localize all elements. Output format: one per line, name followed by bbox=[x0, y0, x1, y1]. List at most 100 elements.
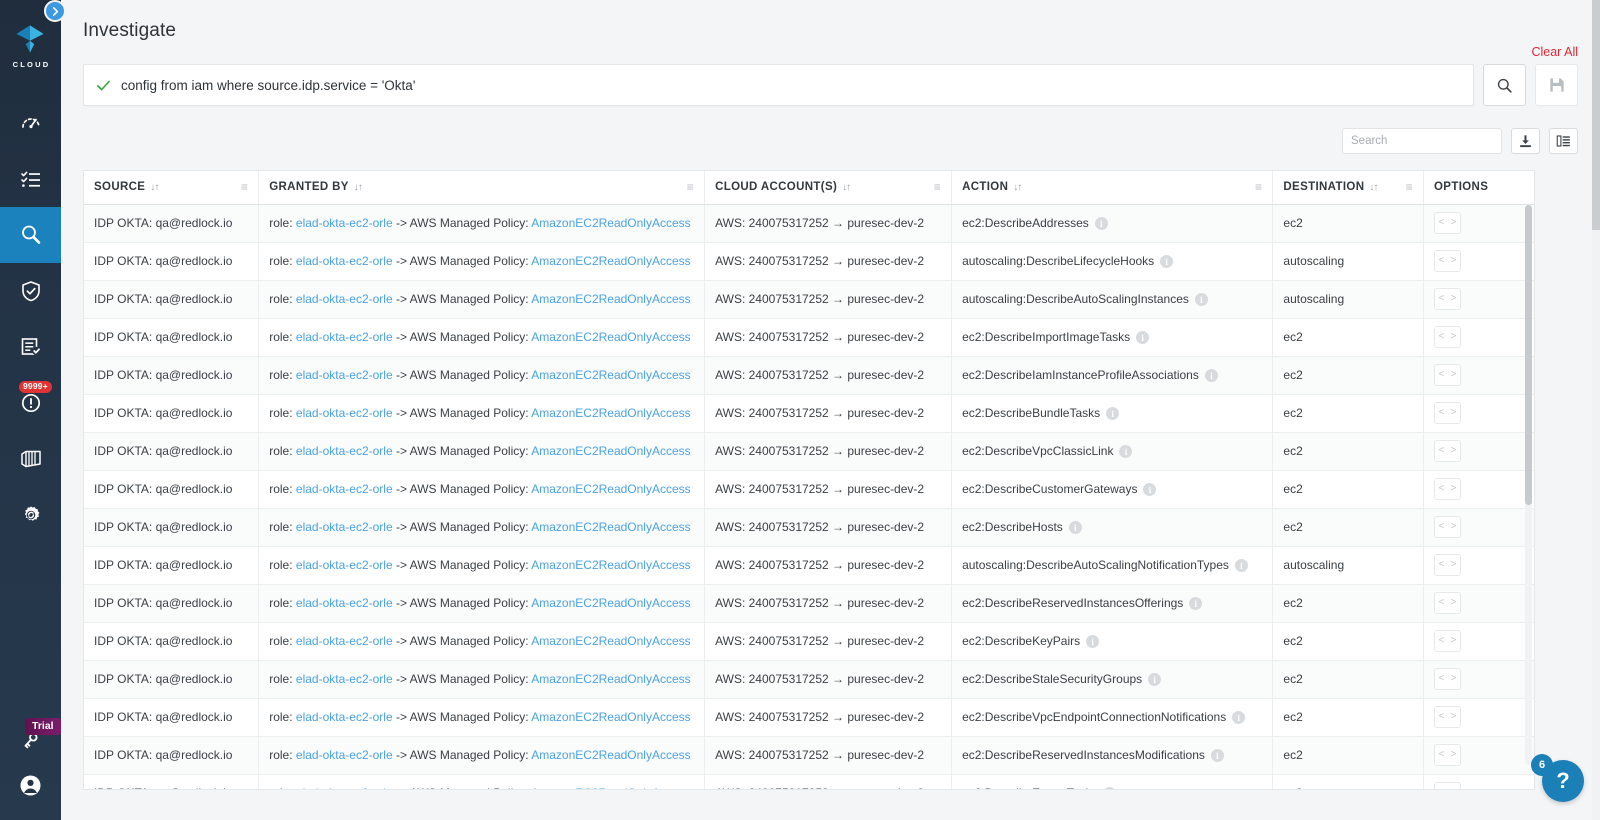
run-search-button[interactable] bbox=[1483, 64, 1526, 106]
table-row[interactable]: IDP OKTA: qa@redlock.iorole: elad-okta-e… bbox=[84, 394, 1534, 433]
info-icon[interactable]: i bbox=[1148, 673, 1162, 687]
role-link[interactable]: elad-okta-ec2-orle bbox=[296, 748, 393, 762]
info-icon[interactable]: i bbox=[1136, 331, 1150, 345]
role-link[interactable]: elad-okta-ec2-orle bbox=[296, 254, 393, 268]
role-link[interactable]: elad-okta-ec2-orle bbox=[296, 596, 393, 610]
policy-link[interactable]: AmazonEC2ReadOnlyAccess bbox=[531, 748, 690, 762]
info-icon[interactable]: i bbox=[1106, 407, 1120, 421]
sidebar-item-policies[interactable] bbox=[0, 319, 61, 375]
code-brackets-icon[interactable]: < > bbox=[1434, 402, 1462, 424]
role-link[interactable]: elad-okta-ec2-orle bbox=[296, 406, 393, 420]
info-icon[interactable]: i bbox=[1210, 749, 1224, 763]
table-row[interactable]: IDP OKTA: qa@redlock.iorole: elad-okta-e… bbox=[84, 432, 1534, 471]
code-brackets-icon[interactable]: < > bbox=[1434, 706, 1462, 728]
license-key-row[interactable]: Trial bbox=[0, 718, 61, 764]
table-row[interactable]: IDP OKTA: qa@redlock.iorole: elad-okta-e… bbox=[84, 622, 1534, 661]
table-row[interactable]: IDP OKTA: qa@redlock.iorole: elad-okta-e… bbox=[84, 356, 1534, 395]
role-link[interactable]: elad-okta-ec2-orle bbox=[296, 520, 393, 534]
policy-link[interactable]: AmazonEC2ReadOnlyAccess bbox=[531, 672, 690, 686]
search-input[interactable] bbox=[1351, 135, 1505, 147]
column-header-source[interactable]: SOURCE ↓↑ ≡ bbox=[84, 171, 260, 205]
policy-link[interactable]: AmazonEC2ReadOnlyAccess bbox=[531, 596, 690, 610]
policy-link[interactable]: AmazonEC2ReadOnlyAccess bbox=[531, 216, 690, 230]
table-row[interactable]: IDP OKTA: qa@redlock.iorole: elad-okta-e… bbox=[84, 280, 1534, 319]
info-icon[interactable]: i bbox=[1119, 445, 1133, 459]
sidebar-collapse-toggle[interactable] bbox=[44, 0, 66, 22]
sidebar-item-inventory[interactable] bbox=[0, 151, 61, 207]
column-header-granted-by[interactable]: GRANTED BY ↓↑ ≡ bbox=[258, 171, 706, 205]
role-link[interactable]: elad-okta-ec2-orle bbox=[296, 444, 393, 458]
code-brackets-icon[interactable]: < > bbox=[1434, 364, 1462, 386]
column-settings-button[interactable] bbox=[1549, 128, 1578, 154]
role-link[interactable]: elad-okta-ec2-orle bbox=[296, 634, 393, 648]
info-icon[interactable]: i bbox=[1204, 369, 1218, 383]
download-button[interactable] bbox=[1511, 128, 1540, 154]
help-notification-badge[interactable]: 6 bbox=[1531, 754, 1553, 776]
sidebar-item-alerts[interactable]: 9999+ bbox=[0, 375, 61, 431]
table-row[interactable]: IDP OKTA: qa@redlock.iorole: elad-okta-e… bbox=[84, 584, 1534, 623]
role-link[interactable]: elad-okta-ec2-orle bbox=[296, 330, 393, 344]
role-link[interactable]: elad-okta-ec2-orle bbox=[296, 368, 393, 382]
code-brackets-icon[interactable]: < > bbox=[1434, 744, 1462, 766]
info-icon[interactable]: i bbox=[1103, 787, 1117, 789]
column-menu-icon[interactable]: ≡ bbox=[687, 181, 694, 193]
policy-link[interactable]: AmazonEC2ReadOnlyAccess bbox=[531, 368, 690, 382]
sidebar-item-compliance[interactable] bbox=[0, 263, 61, 319]
role-link[interactable]: elad-okta-ec2-orle bbox=[296, 672, 393, 686]
role-link[interactable]: elad-okta-ec2-orle bbox=[296, 710, 393, 724]
sort-arrows-icon[interactable]: ↓↑ bbox=[1369, 182, 1378, 193]
code-brackets-icon[interactable]: < > bbox=[1434, 782, 1462, 789]
policy-link[interactable]: AmazonEC2ReadOnlyAccess bbox=[531, 444, 690, 458]
column-header-destination[interactable]: DESTINATION ↓↑ ≡ bbox=[1272, 171, 1425, 205]
column-menu-icon[interactable]: ≡ bbox=[241, 181, 248, 193]
code-brackets-icon[interactable]: < > bbox=[1434, 554, 1462, 576]
table-row[interactable]: IDP OKTA: qa@redlock.iorole: elad-okta-e… bbox=[84, 546, 1534, 585]
sidebar-item-compute[interactable] bbox=[0, 431, 61, 487]
info-icon[interactable]: i bbox=[1068, 521, 1082, 535]
table-vertical-scrollbar[interactable] bbox=[1525, 205, 1532, 765]
role-link[interactable]: elad-okta-ec2-orle bbox=[296, 786, 393, 789]
column-menu-icon[interactable]: ≡ bbox=[934, 181, 941, 193]
code-brackets-icon[interactable]: < > bbox=[1434, 326, 1462, 348]
sidebar-item-dashboard[interactable] bbox=[0, 95, 61, 151]
search-input-wrapper[interactable] bbox=[1342, 128, 1505, 154]
save-query-button[interactable] bbox=[1535, 64, 1578, 106]
sort-arrows-icon[interactable]: ↓↑ bbox=[354, 182, 363, 193]
policy-link[interactable]: AmazonEC2ReadOnlyAccess bbox=[531, 292, 690, 306]
policy-link[interactable]: AmazonEC2ReadOnlyAccess bbox=[531, 786, 690, 789]
column-header-action[interactable]: ACTION ↓↑ ≡ bbox=[951, 171, 1274, 205]
info-icon[interactable]: i bbox=[1232, 711, 1246, 725]
table-row[interactable]: IDP OKTA: qa@redlock.iorole: elad-okta-e… bbox=[84, 698, 1534, 737]
page-scrollbar-thumb[interactable] bbox=[1592, 0, 1600, 230]
info-icon[interactable]: i bbox=[1234, 559, 1248, 573]
table-row[interactable]: IDP OKTA: qa@redlock.iorole: elad-okta-e… bbox=[84, 242, 1534, 281]
query-input[interactable]: config from iam where source.idp.service… bbox=[83, 64, 1474, 106]
code-brackets-icon[interactable]: < > bbox=[1434, 288, 1462, 310]
info-icon[interactable]: i bbox=[1086, 635, 1100, 649]
policy-link[interactable]: AmazonEC2ReadOnlyAccess bbox=[531, 558, 690, 572]
code-brackets-icon[interactable]: < > bbox=[1434, 478, 1462, 500]
column-menu-icon[interactable]: ≡ bbox=[1255, 181, 1262, 193]
table-row[interactable]: IDP OKTA: qa@redlock.iorole: elad-okta-e… bbox=[84, 318, 1534, 357]
table-row[interactable]: IDP OKTA: qa@redlock.iorole: elad-okta-e… bbox=[84, 660, 1534, 699]
clear-all-link[interactable]: Clear All bbox=[1531, 45, 1578, 59]
policy-link[interactable]: AmazonEC2ReadOnlyAccess bbox=[531, 520, 690, 534]
sort-arrows-icon[interactable]: ↓↑ bbox=[842, 182, 851, 193]
code-brackets-icon[interactable]: < > bbox=[1434, 516, 1462, 538]
policy-link[interactable]: AmazonEC2ReadOnlyAccess bbox=[531, 330, 690, 344]
table-row[interactable]: IDP OKTA: qa@redlock.iorole: elad-okta-e… bbox=[84, 774, 1534, 789]
sort-arrows-icon[interactable]: ↓↑ bbox=[150, 182, 159, 193]
policy-link[interactable]: AmazonEC2ReadOnlyAccess bbox=[531, 710, 690, 724]
column-header-cloud-accounts[interactable]: CLOUD ACCOUNT(S) ↓↑ ≡ bbox=[704, 171, 953, 205]
role-link[interactable]: elad-okta-ec2-orle bbox=[296, 216, 393, 230]
sidebar-item-investigate[interactable] bbox=[0, 207, 61, 263]
table-row[interactable]: IDP OKTA: qa@redlock.iorole: elad-okta-e… bbox=[84, 736, 1534, 775]
code-brackets-icon[interactable]: < > bbox=[1434, 250, 1462, 272]
page-vertical-scrollbar[interactable] bbox=[1592, 0, 1600, 820]
column-menu-icon[interactable]: ≡ bbox=[1406, 181, 1413, 193]
policy-link[interactable]: AmazonEC2ReadOnlyAccess bbox=[531, 254, 690, 268]
table-row[interactable]: IDP OKTA: qa@redlock.iorole: elad-okta-e… bbox=[84, 508, 1534, 547]
info-icon[interactable]: i bbox=[1194, 293, 1208, 307]
info-icon[interactable]: i bbox=[1189, 597, 1203, 611]
scrollbar-thumb[interactable] bbox=[1525, 205, 1532, 505]
